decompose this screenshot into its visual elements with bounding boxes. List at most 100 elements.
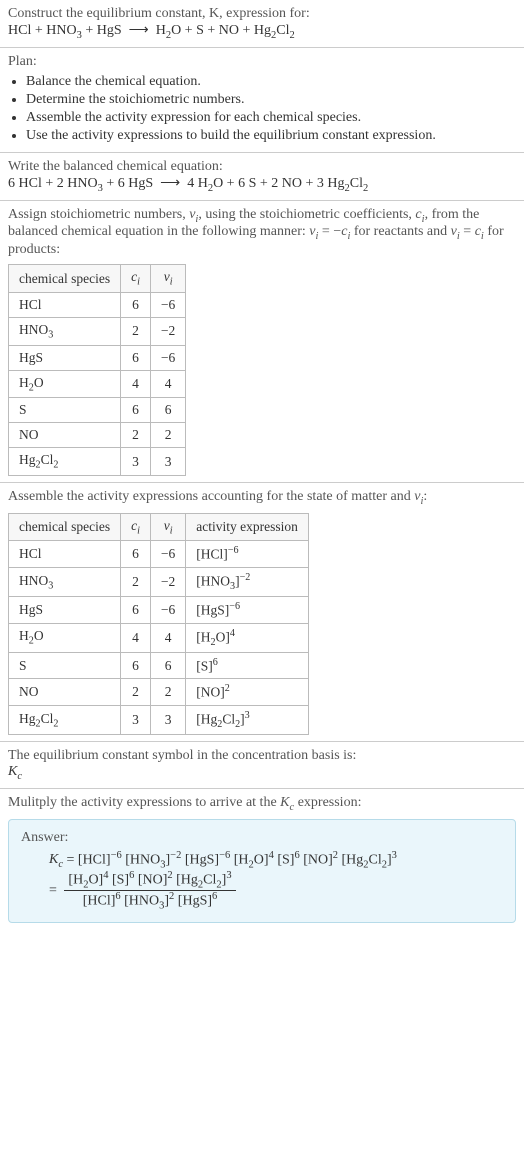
cell-species: HgS xyxy=(9,597,121,624)
cell-ci: 2 xyxy=(121,567,151,596)
cell-activity: [H2O]4 xyxy=(186,623,309,652)
kc-fraction-numerator: [H2O]4 [S]6 [NO]2 [Hg2Cl2]3 xyxy=(64,870,235,891)
cell-vi: 2 xyxy=(150,423,185,448)
cell-ci: 6 xyxy=(121,597,151,624)
cell-species: S xyxy=(9,652,121,679)
cell-activity: [HgS]−6 xyxy=(186,597,309,624)
cell-vi: 2 xyxy=(150,679,185,706)
cell-species: HgS xyxy=(9,345,121,370)
cell-activity: [NO]2 xyxy=(186,679,309,706)
intro-line1: Construct the equilibrium constant, K, e… xyxy=(8,6,516,22)
cell-vi: 6 xyxy=(150,398,185,423)
cell-activity: [S]6 xyxy=(186,652,309,679)
table-row: HNO32−2[HNO3]−2 xyxy=(9,567,309,596)
table-row: Hg2Cl233 xyxy=(9,448,186,476)
balanced-eqn: 6 HCl + 2 HNO3 + 6 HgS ⟶ 4 H2O + 6 S + 2… xyxy=(8,175,516,194)
plan-item: Use the activity expressions to build th… xyxy=(26,128,516,144)
plan-item: Balance the chemical equation. xyxy=(26,74,516,90)
cell-ci: 6 xyxy=(121,398,151,423)
kc-symbol: Kc xyxy=(8,764,516,782)
equals-sign: = xyxy=(49,883,57,898)
cell-vi: 3 xyxy=(150,705,185,734)
col-vi: νi xyxy=(150,513,185,541)
balanced-title: Write the balanced chemical equation: xyxy=(8,159,516,175)
cell-species: HCl xyxy=(9,292,121,317)
stoich-section: Assign stoichiometric numbers, νi, using… xyxy=(0,200,524,482)
cell-ci: 3 xyxy=(121,705,151,734)
kc-symbol-line1: The equilibrium constant symbol in the c… xyxy=(8,748,516,764)
col-activity: activity expression xyxy=(186,513,309,541)
cell-ci: 4 xyxy=(121,370,151,398)
cell-vi: −6 xyxy=(150,345,185,370)
answer-label: Answer: xyxy=(21,830,503,846)
col-species: chemical species xyxy=(9,513,121,541)
table-header-row: chemical species ci νi xyxy=(9,265,186,293)
table-row: HgS6−6[HgS]−6 xyxy=(9,597,309,624)
table-row: HCl6−6 xyxy=(9,292,186,317)
cell-species: Hg2Cl2 xyxy=(9,705,121,734)
cell-activity: [HNO3]−2 xyxy=(186,567,309,596)
cell-vi: −6 xyxy=(150,597,185,624)
intro-reaction: HCl + HNO3 + HgS ⟶ H2O + S + NO + Hg2Cl2 xyxy=(8,22,516,41)
stoich-intro: Assign stoichiometric numbers, νi, using… xyxy=(8,207,516,259)
cell-ci: 6 xyxy=(121,541,151,568)
cell-vi: 4 xyxy=(150,623,185,652)
table-header-row: chemical species ci νi activity expressi… xyxy=(9,513,309,541)
cell-activity: [Hg2Cl2]3 xyxy=(186,705,309,734)
col-vi: νi xyxy=(150,265,185,293)
stoich-table: chemical species ci νi HCl6−6 HNO32−2 Hg… xyxy=(8,264,186,476)
table-row: NO22 xyxy=(9,423,186,448)
kc-fraction-denominator: [HCl]6 [HNO3]2 [HgS]6 xyxy=(64,891,235,911)
cell-species: NO xyxy=(9,423,121,448)
cell-ci: 2 xyxy=(121,317,151,345)
activity-section: Assemble the activity expressions accoun… xyxy=(0,482,524,741)
kc-symbol-section: The equilibrium constant symbol in the c… xyxy=(0,741,524,788)
table-row: NO22[NO]2 xyxy=(9,679,309,706)
cell-vi: −6 xyxy=(150,541,185,568)
cell-species: H2O xyxy=(9,370,121,398)
cell-ci: 2 xyxy=(121,679,151,706)
cell-species: H2O xyxy=(9,623,121,652)
plan-section: Plan: Balance the chemical equation. Det… xyxy=(0,47,524,152)
cell-species: NO xyxy=(9,679,121,706)
activity-table: chemical species ci νi activity expressi… xyxy=(8,513,309,735)
cell-vi: 6 xyxy=(150,652,185,679)
table-row: Hg2Cl233[Hg2Cl2]3 xyxy=(9,705,309,734)
table-row: S66 xyxy=(9,398,186,423)
cell-species: S xyxy=(9,398,121,423)
answer-box: Answer: Kc = [HCl]−6 [HNO3]−2 [HgS]−6 [H… xyxy=(8,819,516,923)
cell-vi: 3 xyxy=(150,448,185,476)
cell-activity: [HCl]−6 xyxy=(186,541,309,568)
cell-ci: 4 xyxy=(121,623,151,652)
cell-species: HNO3 xyxy=(9,567,121,596)
cell-ci: 6 xyxy=(121,652,151,679)
kc-expression-fraction-line: = [H2O]4 [S]6 [NO]2 [Hg2Cl2]3 [HCl]6 [HN… xyxy=(49,870,503,912)
plan-item: Assemble the activity expression for eac… xyxy=(26,110,516,126)
table-row: HNO32−2 xyxy=(9,317,186,345)
cell-vi: −6 xyxy=(150,292,185,317)
table-row: HCl6−6[HCl]−6 xyxy=(9,541,309,568)
cell-ci: 6 xyxy=(121,345,151,370)
kc-fraction: [H2O]4 [S]6 [NO]2 [Hg2Cl2]3 [HCl]6 [HNO3… xyxy=(64,870,235,912)
plan-title: Plan: xyxy=(8,54,516,70)
col-ci: ci xyxy=(121,513,151,541)
cell-vi: −2 xyxy=(150,567,185,596)
final-section: Mulitply the activity expressions to arr… xyxy=(0,788,524,929)
cell-ci: 2 xyxy=(121,423,151,448)
table-row: HgS6−6 xyxy=(9,345,186,370)
cell-vi: 4 xyxy=(150,370,185,398)
cell-ci: 3 xyxy=(121,448,151,476)
cell-species: HCl xyxy=(9,541,121,568)
intro-section: Construct the equilibrium constant, K, e… xyxy=(0,0,524,47)
cell-ci: 6 xyxy=(121,292,151,317)
plan-list: Balance the chemical equation. Determine… xyxy=(8,74,516,144)
cell-vi: −2 xyxy=(150,317,185,345)
table-row: H2O44[H2O]4 xyxy=(9,623,309,652)
col-species: chemical species xyxy=(9,265,121,293)
col-ci: ci xyxy=(121,265,151,293)
balanced-section: Write the balanced chemical equation: 6 … xyxy=(0,152,524,200)
table-row: S66[S]6 xyxy=(9,652,309,679)
cell-species: Hg2Cl2 xyxy=(9,448,121,476)
activity-intro: Assemble the activity expressions accoun… xyxy=(8,489,516,507)
cell-species: HNO3 xyxy=(9,317,121,345)
